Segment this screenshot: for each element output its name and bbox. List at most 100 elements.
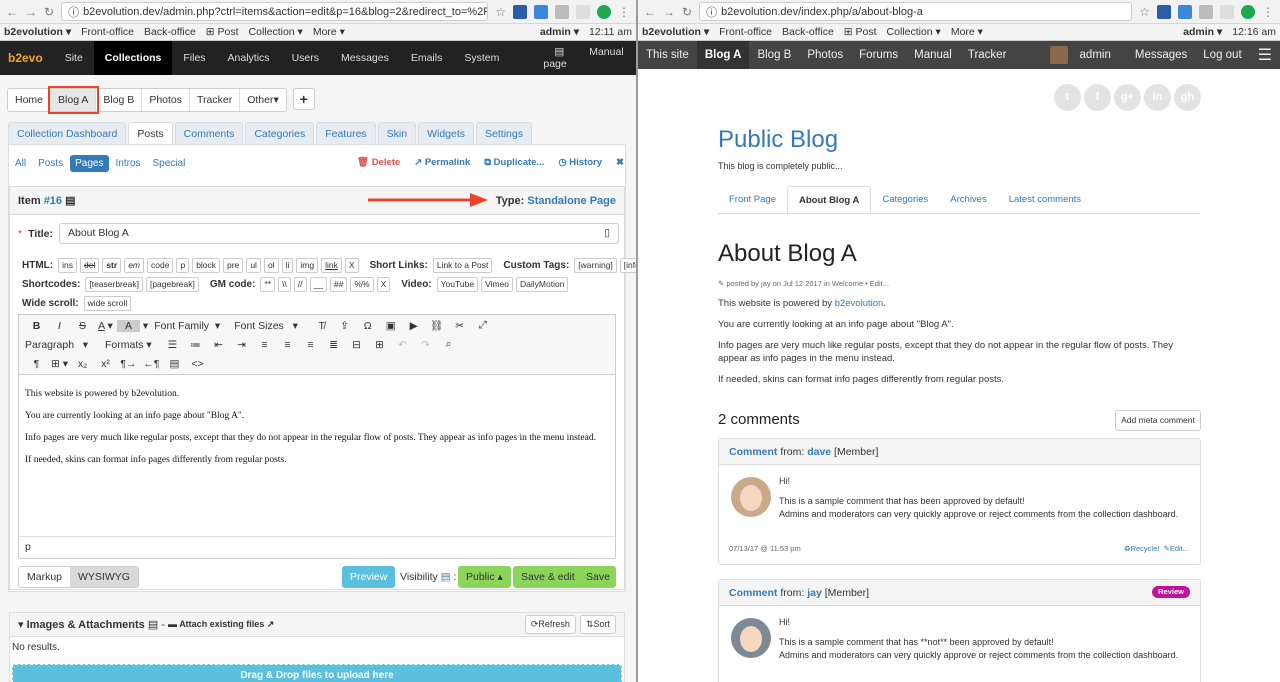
admin-logo[interactable]: b2evo: [0, 51, 54, 65]
indent-icon[interactable]: ⇥: [230, 339, 253, 351]
nav-files[interactable]: Files: [172, 52, 216, 64]
preview-button[interactable]: Preview: [342, 566, 396, 588]
history-button[interactable]: ◷ History: [558, 157, 602, 168]
b2evolution-link[interactable]: b2evolution: [835, 298, 884, 309]
extension-icon[interactable]: [1220, 4, 1234, 19]
qt-gm-underline[interactable]: __: [309, 277, 327, 292]
comment-permalink[interactable]: Comment: [729, 587, 777, 599]
align-center-icon[interactable]: ≡: [276, 339, 299, 351]
save-button[interactable]: Save: [578, 566, 616, 588]
outdent-icon[interactable]: ⇤: [207, 339, 230, 351]
star-icon[interactable]: ☆: [495, 5, 506, 19]
delete-button[interactable]: 🗑 Delete: [357, 157, 400, 168]
qt-ol[interactable]: ol: [263, 258, 279, 273]
item-number[interactable]: #16: [44, 195, 62, 207]
forward-icon[interactable]: →: [25, 5, 37, 19]
text-color-icon[interactable]: A ▾: [94, 320, 117, 332]
fullscreen-icon[interactable]: ⤢: [471, 319, 494, 332]
filter-posts[interactable]: Posts: [33, 155, 68, 172]
nav-analytics[interactable]: Analytics: [217, 52, 281, 64]
qt-li[interactable]: li: [281, 258, 294, 273]
coll-other[interactable]: Other▾: [240, 89, 286, 111]
bg-color-icon[interactable]: A ▾: [117, 319, 148, 332]
qt-ins[interactable]: ins: [58, 258, 77, 273]
filter-pages[interactable]: Pages: [70, 155, 109, 172]
reload-icon[interactable]: ↻: [682, 5, 692, 19]
grammarly-icon[interactable]: [597, 4, 611, 19]
tab-categories[interactable]: Categories: [871, 186, 939, 213]
collapse-icon[interactable]: ▾: [18, 618, 27, 631]
tab-dashboard[interactable]: Collection Dashboard: [8, 122, 127, 144]
redo-icon[interactable]: ↷: [414, 339, 437, 351]
comment-author[interactable]: dave: [807, 446, 831, 458]
paragraph-select[interactable]: Paragraph ▾: [25, 339, 105, 351]
add-collection-button[interactable]: +: [292, 88, 315, 110]
extension-icon[interactable]: [534, 4, 548, 19]
paste-icon[interactable]: ▤: [163, 358, 186, 370]
qt-pre[interactable]: pre: [223, 258, 244, 273]
github-icon[interactable]: gh: [1174, 84, 1201, 111]
coll-tracker[interactable]: Tracker: [190, 89, 241, 111]
nav-blog-a[interactable]: Blog A: [696, 41, 750, 69]
qt-pagebreak[interactable]: [pagebreak]: [145, 277, 199, 292]
facebook-icon[interactable]: f: [1084, 84, 1111, 111]
evobar-brand[interactable]: b2evolution ▾: [4, 26, 71, 38]
back-icon[interactable]: ←: [6, 5, 18, 19]
markup-button[interactable]: Markup: [19, 567, 71, 587]
superscript-icon[interactable]: x²: [94, 358, 117, 370]
evobar-user[interactable]: admin ▾: [540, 26, 579, 38]
drop-zone[interactable]: Drag & Drop files to upload here: [12, 664, 622, 682]
font-family-select[interactable]: Font Family ▾: [148, 320, 228, 332]
blog-title[interactable]: Public Blog: [718, 126, 838, 154]
unlink-icon[interactable]: ✂: [448, 320, 471, 332]
evobar-front[interactable]: Front-office: [719, 26, 772, 38]
grammarly-icon[interactable]: [1241, 4, 1255, 19]
tab-about-blog-a[interactable]: About Blog A: [787, 186, 872, 213]
back-icon[interactable]: ←: [644, 5, 656, 19]
tab-widgets[interactable]: Widgets: [418, 122, 475, 144]
filter-all[interactable]: All: [10, 155, 31, 172]
evobar-more[interactable]: More ▾: [313, 26, 345, 38]
ltr-icon[interactable]: ¶→: [117, 358, 140, 370]
qt-info[interactable]: [info]: [619, 258, 636, 273]
manual-page-link[interactable]: ▤ Manual page: [532, 46, 636, 70]
linkedin-icon[interactable]: in: [1144, 84, 1171, 111]
nav-user[interactable]: admin: [1042, 46, 1127, 64]
forward-icon[interactable]: →: [663, 5, 675, 19]
extension-icon[interactable]: [576, 4, 590, 19]
coll-blog-b[interactable]: Blog B: [96, 89, 143, 111]
align-left-icon[interactable]: ≡: [253, 339, 276, 351]
extension-icon[interactable]: [555, 4, 569, 19]
duplicate-button[interactable]: ⧉ Duplicate...: [484, 157, 544, 168]
evobar-back[interactable]: Back-office: [144, 26, 196, 38]
qt-gm-hash[interactable]: ##: [330, 277, 348, 292]
media-icon[interactable]: ▶: [402, 320, 425, 332]
align-right-icon[interactable]: ≡: [299, 339, 322, 351]
formats-select[interactable]: Formats ▾: [105, 339, 161, 351]
title-input[interactable]: About Blog A ▯: [59, 223, 619, 244]
nav-users[interactable]: Users: [281, 52, 330, 64]
qt-gm-bold[interactable]: **: [260, 277, 276, 292]
nav-messages[interactable]: Messages: [1127, 49, 1195, 61]
qt-warning[interactable]: [warning]: [574, 258, 617, 273]
upload-icon[interactable]: ⇪: [333, 320, 356, 332]
qt-teaserbreak[interactable]: [teaserbreak]: [85, 277, 143, 292]
page-break-icon[interactable]: ⊟: [345, 339, 368, 351]
hr-icon[interactable]: ⊞: [368, 339, 391, 351]
menu-icon[interactable]: ⋮: [618, 5, 630, 19]
evobar-post[interactable]: ⊞ Post: [844, 26, 877, 38]
googleplus-icon[interactable]: g+: [1114, 84, 1141, 111]
evobar-post[interactable]: ⊞ Post: [206, 26, 239, 38]
menu-icon[interactable]: ⋮: [1262, 5, 1274, 19]
undo-icon[interactable]: ↶: [391, 339, 414, 351]
tab-front-page[interactable]: Front Page: [718, 186, 787, 213]
comment-permalink[interactable]: Comment: [729, 446, 777, 458]
image-icon[interactable]: ▣: [379, 320, 402, 332]
find-icon[interactable]: ⌕: [437, 338, 460, 351]
nav-system[interactable]: System: [453, 52, 510, 64]
tab-posts[interactable]: Posts: [128, 122, 173, 144]
evobar-front[interactable]: Front-office: [81, 26, 134, 38]
qt-p[interactable]: p: [176, 258, 190, 273]
tab-features[interactable]: Features: [316, 122, 376, 144]
clear-format-icon[interactable]: T̸: [310, 320, 333, 332]
